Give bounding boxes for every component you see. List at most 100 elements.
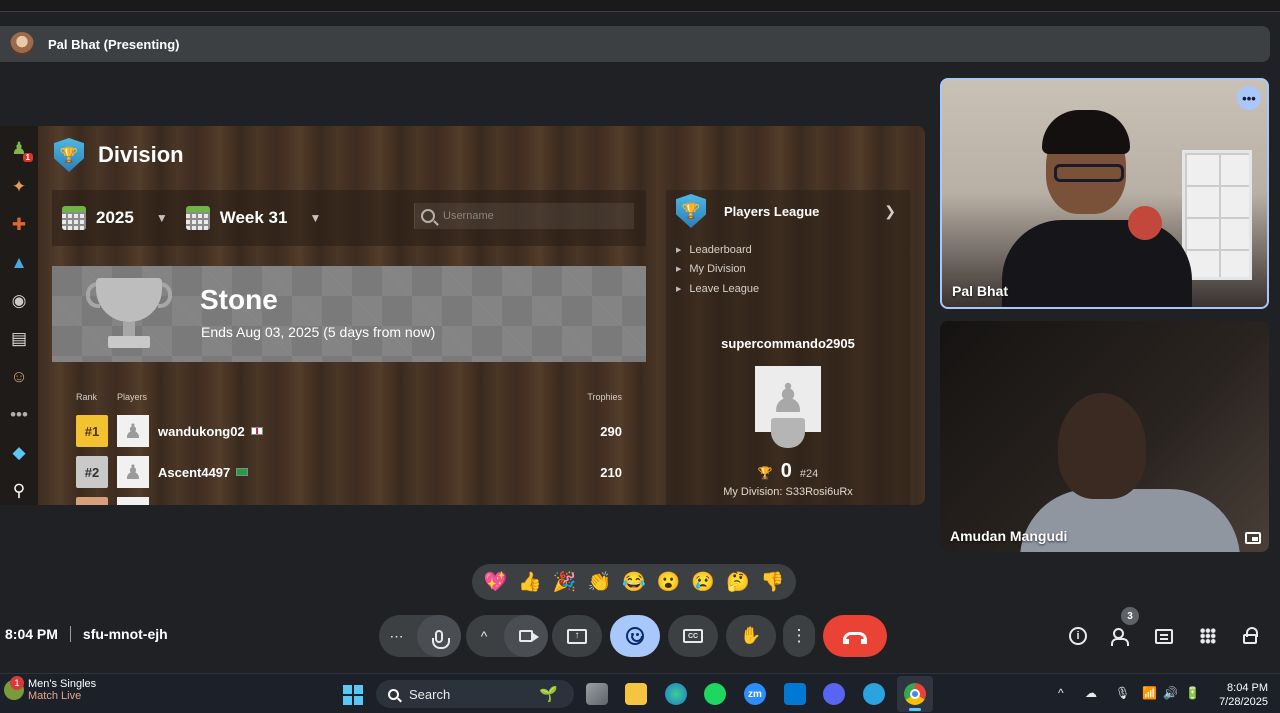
meeting-code[interactable]: sfu-mnot-ejh [83, 626, 168, 642]
spotify-icon[interactable] [704, 683, 726, 705]
chrome-taskbar-button[interactable] [897, 676, 933, 712]
my-stats: 🏆 0 #24 [666, 460, 910, 483]
player-name[interactable]: Ascent4497 [158, 465, 230, 480]
zoom-icon[interactable]: zm [744, 683, 766, 705]
microphone-icon [431, 629, 450, 649]
edge-icon[interactable] [665, 683, 687, 705]
host-controls-button[interactable] [1238, 624, 1262, 648]
my-score: 0 [780, 460, 792, 482]
microphone-button[interactable] [416, 615, 461, 657]
username-search[interactable] [414, 203, 634, 229]
premium-icon[interactable]: ◆ [7, 440, 31, 466]
page-title: Division [98, 142, 184, 167]
meeting-details-button[interactable]: i [1066, 624, 1090, 648]
clap-reaction[interactable]: 👏 [584, 567, 614, 597]
onedrive-icon[interactable]: ☁ [1085, 686, 1097, 700]
picture-in-picture-icon[interactable] [1245, 532, 1261, 544]
more-options-button[interactable]: ⋮ [783, 615, 815, 657]
player-avatar: ♟ [117, 456, 149, 488]
sad-reaction[interactable]: 😢 [688, 567, 718, 597]
leaderboard-link[interactable]: ▶ Leaderboard [676, 240, 759, 260]
activities-button[interactable] [1196, 624, 1220, 648]
camera-button[interactable] [504, 615, 548, 657]
laugh-reaction[interactable]: 😂 [619, 567, 649, 597]
players-league-links: ▶ Leaderboard ▶ My Division ▶ Leave League [676, 240, 759, 299]
taskbar-clock[interactable]: 8:04 PM 7/28/2025 [1219, 681, 1268, 709]
presenter-avatar [10, 32, 34, 56]
show-hidden-icons[interactable]: ^ [1058, 686, 1064, 700]
clock-date: 7/28/2025 [1219, 696, 1268, 708]
taskbar-search[interactable]: Search 🌱 [376, 680, 574, 708]
shared-screen: ♟ 1 ✦ ✚ ▲ ◉ ▤ ☺ ••• ◆ ⚲ 🏆 Division 2025 ▼… [0, 126, 925, 505]
video-tile-pal[interactable]: ••• Pal Bhat [940, 78, 1269, 309]
table-row[interactable] [76, 496, 622, 505]
thumbs-up-reaction[interactable]: 👍 [515, 567, 545, 597]
trophy-icon [86, 278, 172, 354]
battery-icon[interactable]: 🔋 [1185, 686, 1200, 700]
rank-badge: #2 [76, 456, 108, 488]
week-select[interactable]: Week 31 ▼ [176, 190, 322, 246]
player-name[interactable]: wandukong02 [158, 424, 245, 439]
news-icon[interactable]: ▤ [7, 326, 31, 352]
file-explorer-icon[interactable] [625, 683, 647, 705]
present-button[interactable]: ↑ [552, 615, 602, 657]
wifi-icon[interactable]: 📶 [1142, 686, 1157, 700]
filter-row: 2025 ▼ Week 31 ▼ [52, 190, 646, 246]
video-control-group: ^ [464, 615, 548, 657]
audio-options-button[interactable]: ⋯ [377, 615, 417, 657]
sports-widget[interactable]: 1 Men's Singles Match Live [4, 676, 96, 702]
players-league-header[interactable]: 🏆 Players League ❯ [676, 190, 906, 232]
play-icon[interactable]: ♟ 1 [7, 136, 33, 162]
tennis-ball-icon: 1 [4, 676, 24, 700]
vscode-icon[interactable] [784, 683, 806, 705]
volume-icon[interactable]: 🔊 [1163, 686, 1178, 700]
video-tile-amudan[interactable]: Amudan Mangudi [940, 321, 1269, 552]
chevron-down-icon: ▼ [309, 211, 322, 225]
username-input[interactable] [443, 210, 623, 222]
caret-right-icon: ▶ [676, 285, 682, 293]
puzzles-icon[interactable]: ✦ [7, 174, 31, 200]
flag-icon [236, 468, 249, 476]
chevron-down-icon: ▼ [155, 211, 168, 225]
thinking-reaction[interactable]: 🤔 [723, 567, 753, 597]
search-highlight-icon: 🌱 [539, 686, 558, 703]
player-trophies: 290 [600, 423, 622, 439]
social-icon[interactable]: ☺ [7, 364, 31, 390]
leave-call-button[interactable] [823, 615, 887, 657]
link-label: My Division [689, 263, 746, 276]
table-row[interactable]: #1 ♟ wandukong02 290 [76, 414, 622, 448]
raise-hand-button[interactable]: ✋ [726, 615, 776, 657]
discord-icon[interactable] [823, 683, 845, 705]
chat-button[interactable] [1152, 624, 1176, 648]
people-button[interactable] [1109, 624, 1133, 648]
link-label: Leave League [689, 282, 760, 295]
league-name: Stone [200, 284, 278, 315]
leave-league-link[interactable]: ▶ Leave League [676, 279, 759, 299]
trophy-icon: 🏆 [757, 466, 773, 480]
windows-start-icon[interactable] [343, 685, 363, 705]
learn-icon[interactable]: ▲ [7, 250, 31, 276]
search-icon[interactable]: ⚲ [7, 478, 31, 504]
task-view-icon[interactable] [586, 683, 608, 705]
more-icon[interactable]: ••• [7, 402, 31, 428]
year-select[interactable]: 2025 ▼ [52, 190, 168, 246]
microphone-tray-icon[interactable]: 🎙 [1115, 686, 1130, 700]
heart-reaction[interactable]: 💖 [480, 567, 510, 597]
my-division-link[interactable]: ▶ My Division [676, 260, 759, 280]
widget-subtitle: Match Live [28, 690, 82, 702]
watch-icon[interactable]: ◉ [7, 288, 31, 314]
party-reaction[interactable]: 🎉 [550, 567, 580, 597]
chat-icon [1155, 628, 1173, 644]
lessons-icon[interactable]: ✚ [7, 212, 31, 238]
video-options-button[interactable]: ^ [464, 615, 504, 657]
thumbs-down-reaction[interactable]: 👎 [758, 567, 788, 597]
link-label: Leaderboard [689, 243, 752, 256]
surprised-reaction[interactable]: 😮 [654, 567, 684, 597]
emoji-button[interactable] [610, 615, 660, 657]
league-shield-icon: 🏆 [676, 194, 706, 228]
more-options-icon[interactable]: ••• [1237, 86, 1261, 110]
telegram-icon[interactable] [863, 683, 885, 705]
smile-icon [626, 627, 644, 645]
captions-button[interactable]: CC [668, 615, 718, 657]
table-row[interactable]: #2 ♟ Ascent4497 210 [76, 455, 622, 489]
